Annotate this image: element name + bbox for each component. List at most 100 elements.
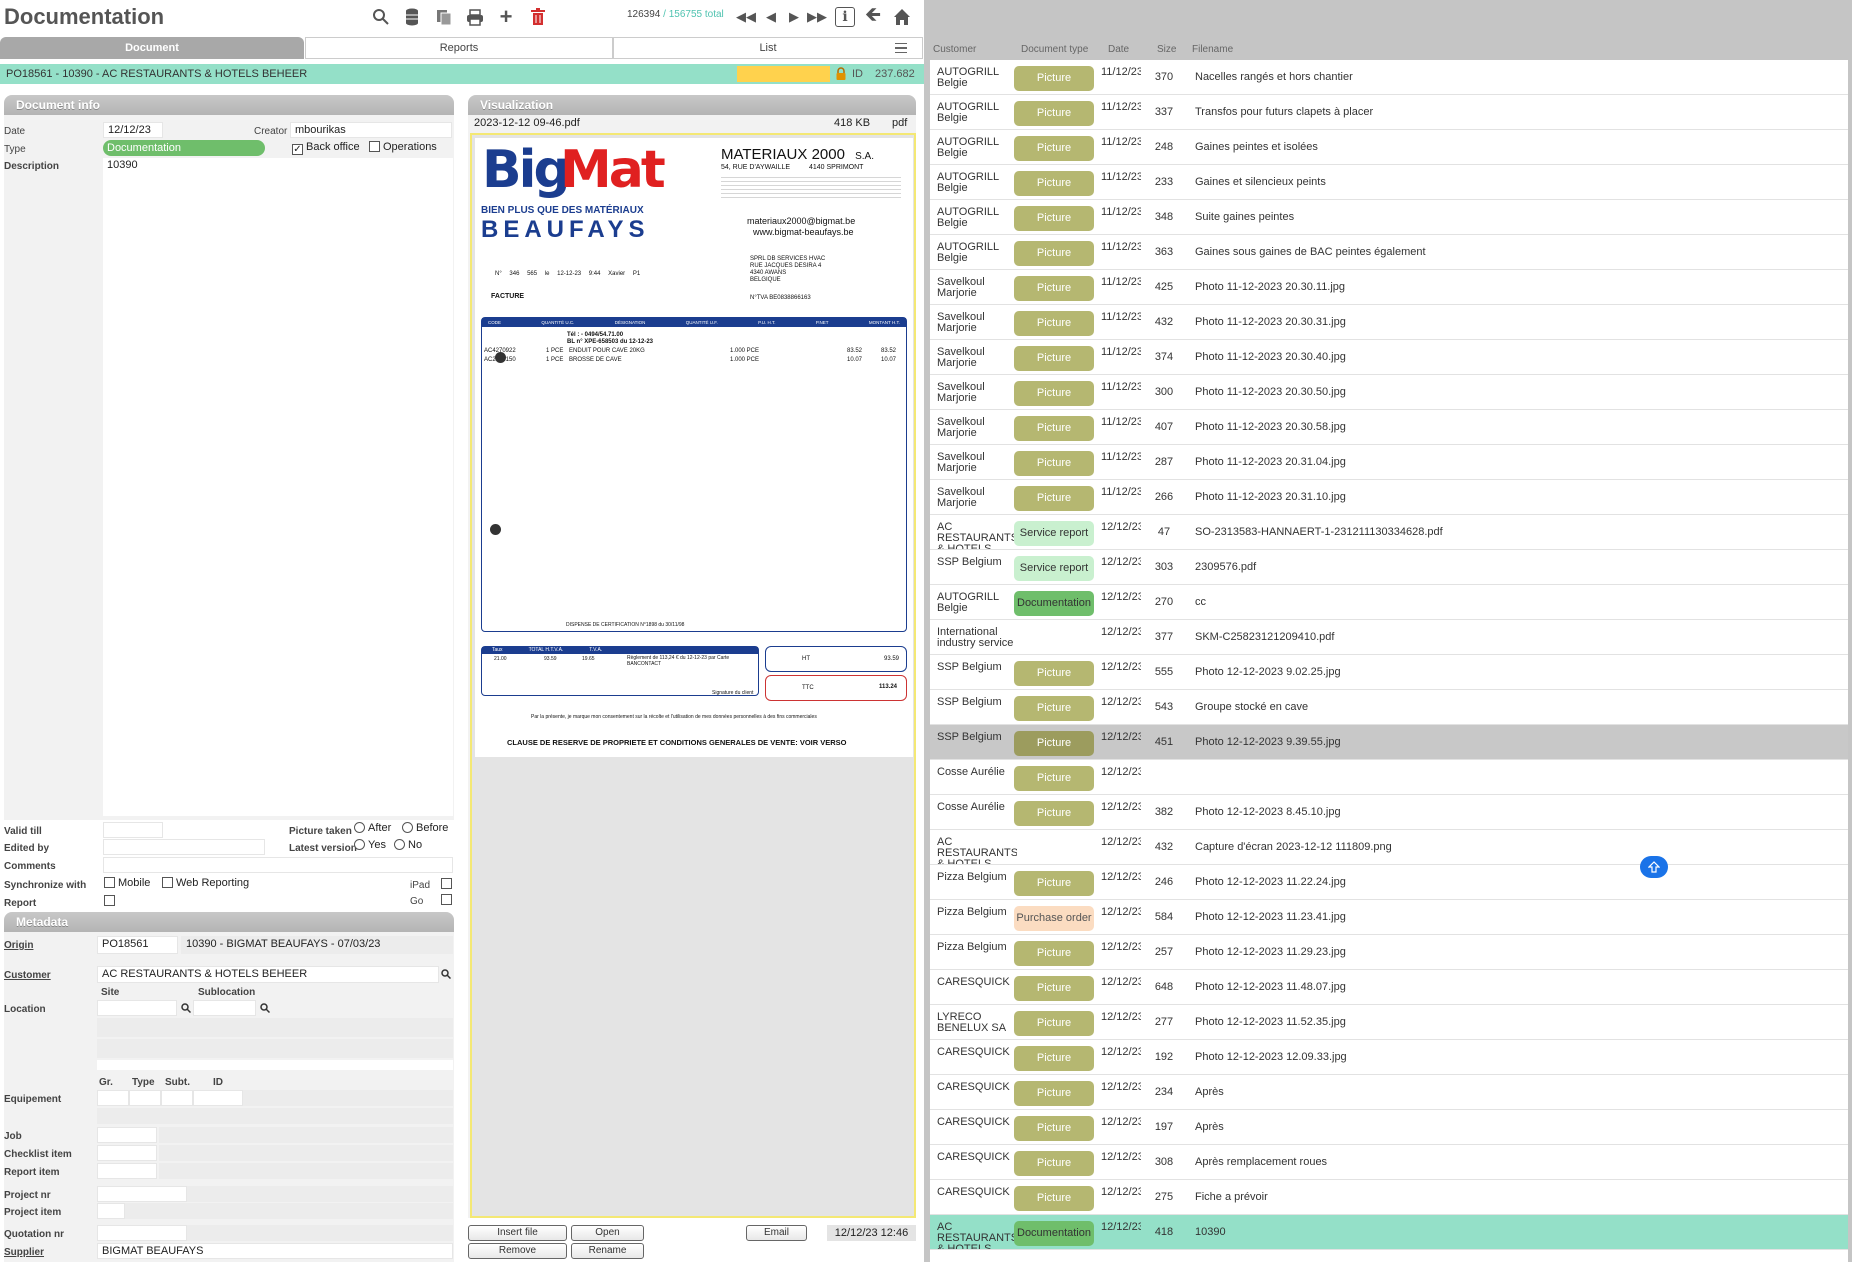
print-icon[interactable] [464,6,486,28]
table-row[interactable]: International industry service 12/12/23 37… [930,620,1848,655]
table-row[interactable]: Savelkoul Marjorie Picture 11/12/23 432 Phot… [930,305,1848,340]
project-nr-field[interactable] [97,1186,187,1202]
add-icon[interactable]: + [495,4,517,29]
report-checkbox[interactable] [104,895,118,907]
table-row[interactable]: CARESQUICK Picture 12/12/23 648 Photo 12-12-… [930,970,1848,1005]
header-size[interactable]: Size [1157,44,1176,55]
origin-code-field[interactable]: PO18561 [97,936,178,954]
no-radio[interactable]: No [394,839,422,851]
table-row[interactable]: LYRECO BENELUX SA Picture 12/12/23 277 Photo… [930,1005,1848,1040]
next-record-icon[interactable]: ▶ [783,6,805,28]
home-icon[interactable] [891,6,913,28]
documents-icon[interactable] [433,6,455,28]
date-field[interactable]: 12/12/23 [103,122,163,138]
table-row[interactable]: SSP Belgium Service report 12/12/23 303 2309… [930,550,1848,585]
site-field[interactable] [97,1000,177,1016]
table-row[interactable]: AUTOGRILL Belgie Documentation 12/12/23 270… [930,585,1848,620]
table-row[interactable]: CARESQUICK Picture 12/12/23 234 Après [930,1075,1848,1110]
web-reporting-checkbox[interactable]: Web Reporting [162,877,249,889]
customer-search-icon[interactable] [441,969,452,982]
table-row[interactable]: SSP Belgium Picture 12/12/23 451 Photo 12-12… [930,725,1848,760]
table-row[interactable]: AUTOGRILL Belgie Picture 11/12/23 363 Gaines… [930,235,1848,270]
creator-field[interactable]: mbourikas [290,122,452,138]
table-row[interactable]: Pizza Belgium Picture 12/12/23 246 Photo 12-… [930,865,1848,900]
back-office-checkbox[interactable]: ✓ Back office [292,141,360,155]
mobile-checkbox[interactable]: Mobile [104,877,150,889]
open-button[interactable]: Open [571,1225,644,1241]
project-item-field[interactable] [97,1203,125,1219]
equipment-subt-field[interactable] [161,1090,193,1106]
table-row[interactable]: AUTOGRILL Belgie Picture 11/12/23 337 Transf… [930,95,1848,130]
tab-list[interactable]: List [613,37,923,59]
table-row[interactable]: Cosse Aurélie Picture 12/12/23 382 Photo 12-… [930,795,1848,830]
header-date[interactable]: Date [1108,44,1129,55]
email-button[interactable]: Email [746,1225,807,1241]
table-row[interactable]: SSP Belgium Picture 12/12/23 555 Photo 12-12… [930,655,1848,690]
info-icon[interactable]: i [834,6,856,28]
table-row[interactable]: CARESQUICK Picture 12/12/23 197 Après [930,1110,1848,1145]
header-document-type[interactable]: Document type [1021,44,1088,55]
table-row[interactable]: Savelkoul Marjorie Picture 11/12/23 266 Phot… [930,480,1848,515]
table-row[interactable]: Pizza Belgium Purchase order 12/12/23 584 Ph… [930,900,1848,935]
table-row[interactable]: CARESQUICK Picture 12/12/23 192 Photo 12-12-… [930,1040,1848,1075]
customer-field[interactable]: AC RESTAURANTS & HOTELS BEHEER [97,966,439,983]
table-row[interactable]: AUTOGRILL Belgie Picture 11/12/23 233 Gaines… [930,165,1848,200]
tab-document[interactable]: Document [0,37,304,59]
type-field[interactable]: Documentation [103,140,265,156]
yes-radio[interactable]: Yes [354,839,386,851]
status-field[interactable] [737,66,830,82]
document-preview-frame[interactable]: Big Mat BIEN PLUS QUE DES MATÉRIAUX BEAU… [470,133,916,1218]
search-icon[interactable] [370,6,392,28]
origin-description-field[interactable]: 10390 - BIGMAT BEAUFAYS - 07/03/23 [181,936,453,954]
report-item-field[interactable] [97,1163,157,1179]
go-checkbox[interactable] [441,894,455,906]
customer-label[interactable]: Customer [4,970,51,981]
first-record-icon[interactable]: ◀◀ [735,6,757,28]
header-filename[interactable]: Filename [1192,44,1233,55]
table-row[interactable]: AUTOGRILL Belgie Picture 11/12/23 370 Nacell… [930,60,1848,95]
valid-till-field[interactable] [103,822,163,838]
quotation-nr-field[interactable] [97,1225,187,1241]
site-search-icon[interactable] [181,1003,192,1016]
before-radio[interactable]: Before [402,822,448,834]
table-row[interactable]: SSP Belgium Picture 12/12/23 543 Groupe stoc… [930,690,1848,725]
insert-file-button[interactable]: Insert file [468,1225,567,1241]
ipad-checkbox[interactable] [441,878,455,890]
description-field[interactable]: 10390 [103,158,453,816]
last-record-icon[interactable]: ▶▶ [806,6,828,28]
table-row[interactable]: AC RESTAURANTS & HOTELS Service report 12/… [930,515,1848,550]
after-radio[interactable]: After [354,822,391,834]
tab-reports[interactable]: Reports [305,37,613,59]
sublocation-search-icon[interactable] [260,1003,271,1016]
scroll-top-button[interactable] [1640,856,1668,878]
table-row[interactable]: Savelkoul Marjorie Picture 11/12/23 300 Phot… [930,375,1848,410]
job-field[interactable] [97,1127,157,1143]
header-customer[interactable]: Customer [933,44,976,55]
table-row[interactable]: Savelkoul Marjorie Picture 11/12/23 374 Phot… [930,340,1848,375]
operations-checkbox[interactable]: Operations [369,141,437,153]
table-row[interactable]: Savelkoul Marjorie Picture 11/12/23 287 Phot… [930,445,1848,480]
supplier-label[interactable]: Supplier [4,1247,44,1258]
table-row[interactable]: Pizza Belgium Picture 12/12/23 257 Photo 12-… [930,935,1848,970]
table-row[interactable]: AC RESTAURANTS & HOTELS 12/12/23 432 Captur… [930,830,1848,865]
database-icon[interactable] [401,6,423,28]
back-arrow-icon[interactable]: 🡸 [862,4,884,28]
edited-by-field[interactable] [103,839,265,855]
table-row[interactable]: Cosse Aurélie Picture 12/12/23 [930,760,1848,795]
hamburger-menu-icon[interactable] [888,39,914,57]
checklist-item-field[interactable] [97,1145,157,1161]
previous-record-icon[interactable]: ◀ [760,6,782,28]
equipment-id-field[interactable] [193,1090,243,1106]
rename-button[interactable]: Rename [571,1243,644,1259]
table-row[interactable]: AC RESTAURANTS & HOTELS Documentation 12/1… [930,1215,1848,1250]
delete-icon[interactable] [527,6,549,28]
table-row[interactable]: CARESQUICK Picture 12/12/23 275 Fiche a prév… [930,1180,1848,1215]
table-row[interactable]: AUTOGRILL Belgie Picture 11/12/23 348 Suite … [930,200,1848,235]
table-row[interactable]: AUTOGRILL Belgie Picture 11/12/23 248 Gaines… [930,130,1848,165]
comments-field[interactable] [103,857,453,873]
sublocation-field[interactable] [193,1000,256,1016]
table-row[interactable]: Savelkoul Marjorie Picture 11/12/23 407 Phot… [930,410,1848,445]
origin-label[interactable]: Origin [4,940,33,951]
table-row[interactable]: Savelkoul Marjorie Picture 11/12/23 425 Phot… [930,270,1848,305]
remove-button[interactable]: Remove [468,1243,567,1259]
